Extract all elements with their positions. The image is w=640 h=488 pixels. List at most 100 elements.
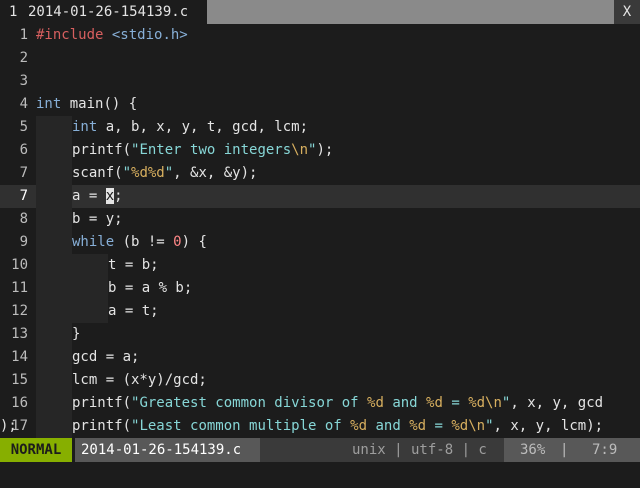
code-token: ; — [114, 188, 123, 204]
indent-guide — [36, 185, 72, 208]
code-line[interactable]: 11 b = a % b; — [0, 277, 640, 300]
code-text: a = x; — [72, 185, 123, 208]
line-number: 12 — [11, 303, 28, 319]
code-text: printf("Greatest common divisor of %d an… — [72, 392, 603, 415]
string-token: "Greatest common divisor of — [131, 395, 368, 411]
line-number: 4 — [19, 96, 28, 112]
position-separator: | — [560, 442, 569, 458]
code-token: (b != — [114, 234, 174, 250]
line-number: 2 — [19, 50, 28, 66]
code-line[interactable]: 16 printf("Greatest common divisor of %d… — [0, 392, 640, 415]
indent-guide — [72, 300, 108, 323]
tab-number: 1 — [9, 4, 18, 20]
indent-guide — [36, 346, 72, 369]
format-token: %d\n — [468, 395, 502, 411]
code-token: , &x, &y); — [173, 165, 258, 181]
code-line[interactable]: 10 t = b; — [0, 254, 640, 277]
code-text: while (b != 0) { — [72, 231, 207, 254]
code-line-current[interactable]: 7 a = x; — [0, 185, 640, 208]
code-text: int a, b, x, y, t, gcd, lcm; — [72, 116, 308, 139]
code-text: a = t; — [108, 303, 159, 319]
code-text: b = a % b; — [108, 280, 193, 296]
text-cursor: x — [105, 188, 115, 204]
number-token: 0 — [173, 234, 182, 250]
code-line[interactable]: 12 a = t; — [0, 300, 640, 323]
code-text: lcm = (x*y)/gcd; — [72, 372, 207, 388]
code-line[interactable]: 6 printf("Enter two integers\n"); — [0, 139, 640, 162]
code-text: printf("Least common multiple of %d and … — [72, 415, 603, 438]
code-text: gcd = a; — [72, 349, 140, 365]
mode-indicator: NORMAL — [0, 438, 72, 462]
keyword-token: while — [72, 234, 115, 250]
indent-guide — [36, 162, 72, 185]
string-token: " — [485, 418, 494, 434]
code-line[interactable]: 8 b = y; — [0, 208, 640, 231]
code-text: t = b; — [108, 257, 159, 273]
line-number: 13 — [11, 326, 28, 342]
code-line[interactable]: 14 gcd = a; — [0, 346, 640, 369]
close-tab-button[interactable]: X — [614, 0, 640, 24]
indent-guide — [36, 369, 72, 392]
code-line[interactable]: 1 #include <stdio.h> — [0, 24, 640, 47]
code-line[interactable]: 9 while (b != 0) { — [0, 231, 640, 254]
string-token: and — [383, 395, 427, 411]
keyword-token: int — [72, 119, 98, 135]
tab-current-file[interactable]: 1 2014-01-26-154139.c — [0, 0, 207, 24]
string-token: " — [122, 165, 132, 181]
code-text: b = y; — [72, 211, 123, 227]
format-token: \n — [291, 142, 309, 158]
tabline: 1 2014-01-26-154139.c X — [0, 0, 640, 24]
format-token: %d — [350, 418, 368, 434]
code-line[interactable]: 3 — [0, 70, 640, 93]
string-token: " — [164, 165, 174, 181]
code-line[interactable]: 13 } — [0, 323, 640, 346]
code-line[interactable]: 7 scanf("%d%d", &x, &y); — [0, 162, 640, 185]
format-token: %d — [426, 395, 443, 411]
code-line[interactable]: 2 — [0, 47, 640, 70]
code-text: int main() { — [36, 93, 137, 116]
indent-guide — [36, 392, 72, 415]
line-number: 9 — [19, 234, 28, 250]
code-token: a = — [72, 188, 106, 204]
string-token: = — [426, 418, 452, 434]
code-token: , x, y, gcd — [510, 395, 604, 411]
code-token: ) { — [181, 234, 207, 250]
indent-guide — [36, 415, 72, 438]
command-line[interactable] — [0, 462, 640, 488]
code-line[interactable]: 15 lcm = (x*y)/gcd; — [0, 369, 640, 392]
code-line[interactable]: 5 int a, b, x, y, t, gcd, lcm; — [0, 116, 640, 139]
indent-guide — [36, 300, 72, 323]
indent-guide — [36, 323, 72, 346]
line-number: 1 — [19, 27, 28, 43]
status-filename-text: 2014-01-26-154139.c — [81, 442, 242, 458]
code-line[interactable]: 4 int main() { — [0, 93, 640, 116]
code-token: scanf( — [72, 165, 123, 181]
include-token: <stdio.h> — [111, 27, 188, 43]
code-token: a, b, x, y, t, gcd, lcm; — [97, 119, 309, 135]
line-number: 7 — [19, 188, 28, 204]
line-number: 11 — [11, 280, 28, 296]
code-text: #include <stdio.h> — [36, 24, 188, 47]
code-token: printf( — [72, 142, 132, 158]
line-number: 16 — [11, 395, 28, 411]
code-text: scanf("%d%d", &x, &y); — [72, 162, 257, 185]
line-number: 14 — [11, 349, 28, 365]
format-token: %d — [367, 395, 384, 411]
indent-guide — [36, 139, 72, 162]
string-token: "Least common multiple of — [131, 418, 351, 434]
code-token: ); — [316, 142, 334, 158]
preproc-token: #include — [36, 27, 104, 43]
code-line[interactable]: 17 printf("Least common multiple of %d a… — [0, 415, 640, 438]
format-token: %d — [409, 418, 427, 434]
tab-filename: 2014-01-26-154139.c — [28, 4, 189, 20]
editor-buffer[interactable]: 1 #include <stdio.h> 2 3 4 int main() { … — [0, 24, 640, 438]
code-token: , x, y, lcm); — [493, 418, 604, 434]
line-number: 8 — [19, 211, 28, 227]
scroll-percent: 36% — [520, 442, 546, 458]
line-number: 10 — [11, 257, 28, 273]
string-token: and — [367, 418, 410, 434]
code-token: printf( — [72, 395, 132, 411]
code-token: main() { — [61, 96, 138, 112]
indent-guide — [72, 277, 108, 300]
string-token: "Enter two integers — [131, 142, 292, 158]
